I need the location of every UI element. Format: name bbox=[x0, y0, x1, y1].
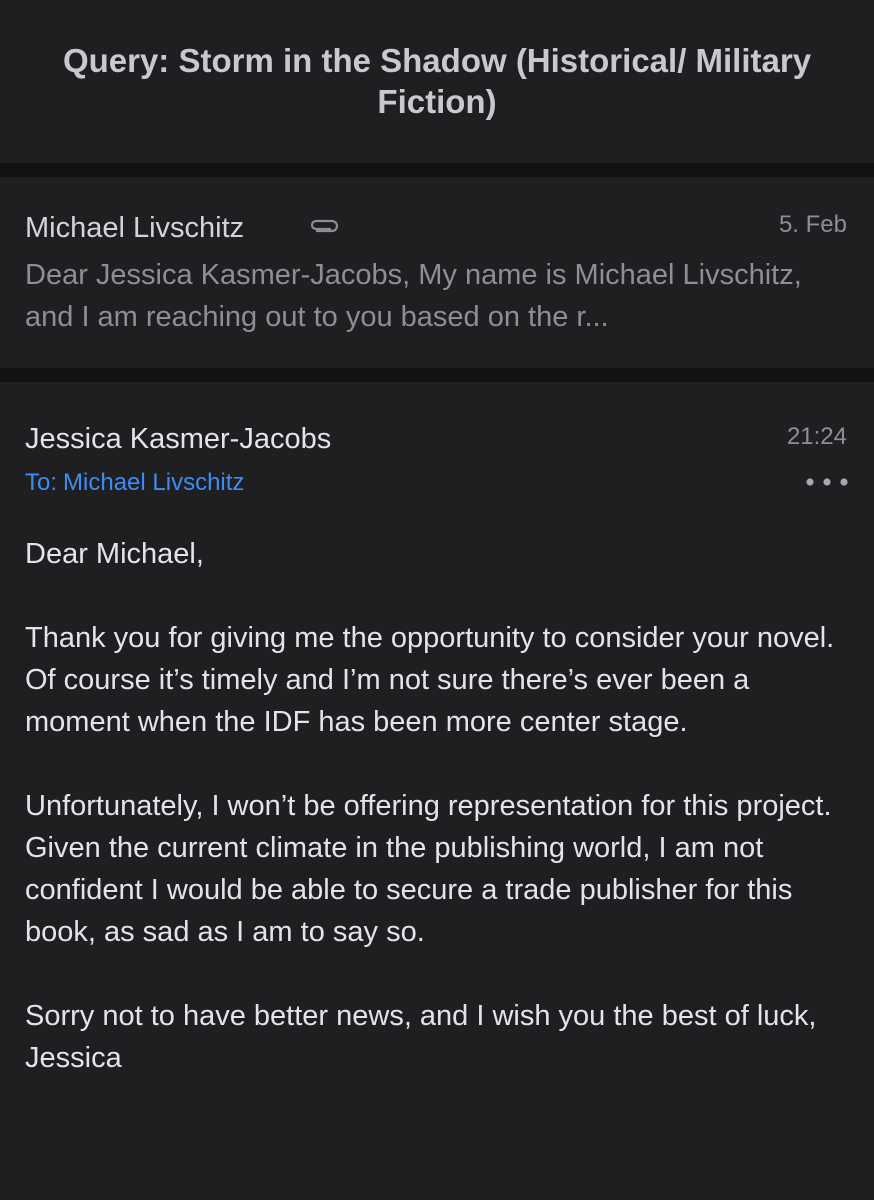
to-label: To: bbox=[25, 469, 58, 496]
recipient-name: Michael Livschitz bbox=[63, 469, 245, 496]
divider bbox=[0, 368, 874, 382]
thread-subject: Query: Storm in the Shadow (Historical/ … bbox=[62, 42, 812, 120]
signature: Jessica bbox=[25, 1042, 122, 1074]
previous-snippet: Dear Jessica Kasmer-Jacobs, My name is M… bbox=[25, 259, 802, 333]
closing: Sorry not to have better news, and I wis… bbox=[25, 995, 855, 1079]
ellipsis-icon[interactable] bbox=[804, 475, 850, 489]
message-body: Dear Michael, Thank you for giving me th… bbox=[25, 533, 855, 1079]
message-sender[interactable]: Jessica Kasmer-Jacobs bbox=[25, 421, 331, 457]
previous-sender: Michael Livschitz bbox=[25, 212, 245, 244]
recipient-line[interactable]: To: Michael Livschitz bbox=[25, 468, 244, 498]
expanded-message: Jessica Kasmer-Jacobs 21:24 To: Michael L… bbox=[0, 382, 874, 1200]
message-time: 21:24 bbox=[786, 423, 847, 450]
body-paragraph: Unfortunately, I won’t be offering repre… bbox=[25, 790, 832, 948]
paperclip-icon bbox=[310, 219, 339, 233]
previous-date: 5. Feb bbox=[778, 211, 847, 238]
divider bbox=[0, 163, 874, 177]
greeting: Dear Michael, bbox=[25, 538, 204, 570]
closing-text: Sorry not to have better news, and I wis… bbox=[25, 1000, 817, 1032]
thread-header: Query: Storm in the Shadow (Historical/ … bbox=[0, 0, 874, 163]
body-paragraph: Thank you for giving me the opportunity … bbox=[25, 622, 835, 738]
collapsed-message[interactable]: Michael Livschitz 5. Feb Dear Jessica Ka… bbox=[0, 177, 874, 368]
